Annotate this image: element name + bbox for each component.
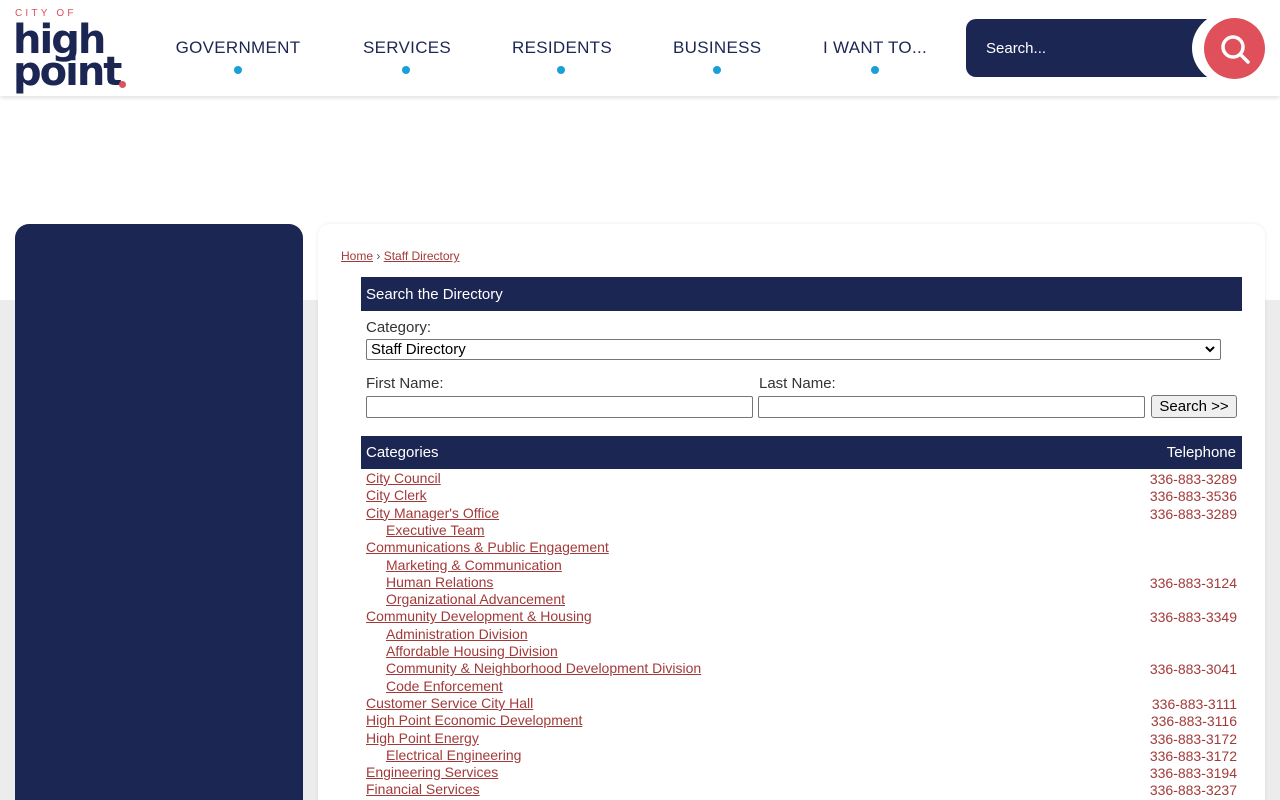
directory-phone: 336-883-3289 <box>1149 471 1237 487</box>
breadcrumb-separator: › <box>376 249 381 263</box>
directory-phone: 336-883-3116 <box>1150 713 1237 730</box>
directory-category-link[interactable]: City Manager's Office <box>366 505 499 521</box>
directory-search-title: Search the Directory <box>366 286 503 303</box>
directory-row: Community Development & Housing 336-883-3… <box>361 608 1237 625</box>
directory-category-link[interactable]: Financial Services <box>366 781 480 797</box>
directory-row: Executive Team <box>361 522 1237 539</box>
directory-row: City Manager's Office 336-883-3289 <box>361 505 1237 522</box>
directory-category-link[interactable]: Human Relations <box>386 574 493 590</box>
telephone-column-header: Telephone <box>1166 444 1236 461</box>
directory-category-link[interactable]: Administration Division <box>386 626 528 642</box>
directory-row: Human Relations 336-883-3124 <box>361 574 1237 591</box>
site-header: CITY OF high point GOVERNMENT SERVICES R… <box>0 0 1280 96</box>
category-selected-value: Staff Directory <box>371 341 466 358</box>
search-button[interactable] <box>1204 18 1265 79</box>
nav-dot-icon <box>557 66 565 74</box>
breadcrumb-staff-directory[interactable]: Staff Directory <box>384 249 460 263</box>
site-search <box>966 19 1216 77</box>
directory-category-link[interactable]: Customer Service City Hall <box>366 695 533 711</box>
directory-category-link[interactable]: High Point Economic Development <box>366 712 582 728</box>
directory-row: Community & Neighborhood Development Div… <box>361 660 1237 677</box>
directory-category-link[interactable]: City Council <box>366 470 441 486</box>
directory-phone: 336-883-3124 <box>1149 574 1237 591</box>
nav-label: RESIDENTS <box>512 38 612 57</box>
directory-row: High Point Energy 336-883-3172 <box>361 730 1237 747</box>
nav-label: GOVERNMENT <box>175 38 301 57</box>
directory-category-link[interactable]: Organizational Advancement <box>386 591 565 607</box>
directory-search-header: Search the Directory <box>361 277 1242 311</box>
directory-row: Code Enforcement <box>361 678 1237 695</box>
logo-word-point: point <box>13 49 122 95</box>
nav-label: SERVICES <box>363 38 452 57</box>
directory-category-link[interactable]: Executive Team <box>386 522 485 538</box>
directory-phone: 336-883-3194 <box>1149 765 1237 782</box>
categories-header: Categories Telephone <box>361 436 1242 469</box>
directory-phone: 336-883-3041 <box>1149 661 1237 678</box>
directory-phone: 336-883-3237 <box>1149 782 1237 799</box>
directory-row: Customer Service City Hall 336-883-3111 <box>361 695 1237 712</box>
nav-dot-icon <box>234 66 242 74</box>
directory-category-link[interactable]: High Point Energy <box>366 730 479 746</box>
directory-category-link[interactable]: Engineering Services <box>366 764 498 780</box>
breadcrumb-home[interactable]: Home <box>341 249 373 263</box>
last-name-input[interactable] <box>758 396 1145 418</box>
nav-services[interactable]: SERVICES <box>363 38 452 78</box>
directory-row: Marketing & Communication <box>361 557 1237 574</box>
nav-business[interactable]: BUSINESS <box>673 38 762 78</box>
last-name-label: Last Name: <box>759 375 836 392</box>
nav-label: BUSINESS <box>673 38 762 57</box>
directory-phone: 336-883-3111 <box>1151 695 1237 712</box>
logo-dot <box>119 81 126 88</box>
nav-label: I WANT TO... <box>822 38 928 57</box>
directory-category-link[interactable]: Affordable Housing Division <box>386 643 558 659</box>
directory-row: Affordable Housing Division <box>361 643 1237 660</box>
breadcrumb: Home › Staff Directory <box>341 249 460 263</box>
directory-category-link[interactable]: Marketing & Communication <box>386 557 562 573</box>
directory-search-button[interactable]: Search >> <box>1151 395 1237 418</box>
nav-i-want-to[interactable]: I WANT TO... <box>822 38 928 78</box>
search-icon <box>1221 35 1250 64</box>
directory-row: Electrical Engineering 336-883-3172 <box>361 747 1237 764</box>
first-name-label: First Name: <box>366 375 444 392</box>
chevron-down-icon <box>1205 346 1215 353</box>
directory-category-link[interactable]: Code Enforcement <box>386 678 503 694</box>
nav-dot-icon <box>712 66 721 74</box>
directory-phone: 336-883-3349 <box>1149 609 1237 626</box>
directory-category-link[interactable]: Electrical Engineering <box>386 747 521 763</box>
directory-row: High Point Economic Development 336-883-3… <box>361 712 1237 729</box>
first-name-input[interactable] <box>366 396 753 418</box>
nav-government[interactable]: GOVERNMENT <box>175 38 301 78</box>
sidebar-panel <box>15 224 303 800</box>
directory-row: Engineering Services 336-883-3194 <box>361 764 1237 781</box>
directory-row: City Council 336-883-3289 <box>361 470 1237 487</box>
city-logo[interactable]: CITY OF high point <box>13 8 133 92</box>
category-select[interactable]: Staff Directory <box>366 339 1221 360</box>
directory-row: City Clerk 336-883-3536 <box>361 487 1237 504</box>
directory-phone: 336-883-3172 <box>1149 730 1237 747</box>
directory-row: Financial Services 336-883-3237 <box>361 781 1237 798</box>
directory-phone: 336-883-3172 <box>1149 747 1237 764</box>
nav-dot-icon <box>871 66 879 74</box>
nav-dot-icon <box>402 66 410 74</box>
category-label: Category: <box>366 319 432 336</box>
nav-residents[interactable]: RESIDENTS <box>512 38 612 78</box>
directory-category-link[interactable]: Community & Neighborhood Development Div… <box>386 660 701 676</box>
directory-phone: 336-883-3536 <box>1149 488 1237 505</box>
categories-column-header: Categories <box>366 444 439 461</box>
site-search-input[interactable] <box>986 38 1186 58</box>
directory-row: Organizational Advancement <box>361 591 1237 608</box>
directory-category-link[interactable]: Communications & Public Engagement <box>366 539 609 555</box>
directory-category-link[interactable]: Community Development & Housing <box>366 608 592 624</box>
directory-row: Communications & Public Engagement <box>361 539 1237 556</box>
directory-row: Administration Division <box>361 626 1237 643</box>
directory-category-link[interactable]: City Clerk <box>366 487 427 503</box>
directory-phone: 336-883-3289 <box>1149 505 1237 522</box>
